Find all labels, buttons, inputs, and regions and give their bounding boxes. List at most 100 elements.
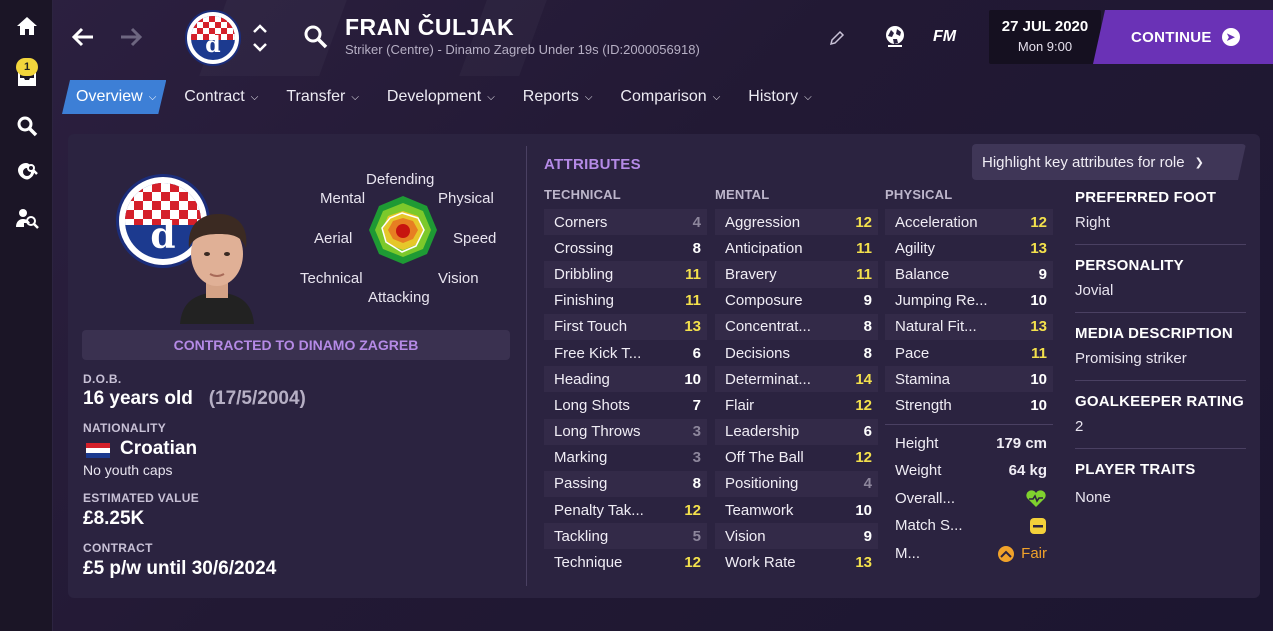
player-photo[interactable] — [170, 200, 264, 324]
attribute-value: 14 — [855, 370, 872, 388]
attribute-row[interactable]: Corners 4 — [544, 209, 707, 236]
attribute-row[interactable]: Stamina 10 — [885, 366, 1053, 393]
attribute-name: Vision — [725, 527, 766, 545]
preferred-foot-value: Right — [1075, 214, 1111, 231]
attribute-row[interactable]: Long Shots 7 — [544, 392, 707, 418]
media-description-label: MEDIA DESCRIPTION — [1075, 325, 1233, 342]
tab-reports[interactable]: Reports ⌵ — [509, 80, 603, 114]
attribute-value: 11 — [856, 239, 872, 257]
attribute-value: 8 — [692, 475, 701, 493]
morale-value: Fair — [997, 545, 1047, 563]
tab-contract[interactable]: Contract ⌵ — [170, 80, 268, 114]
attribute-row[interactable]: Concentrat... 8 — [715, 313, 878, 340]
morale-row[interactable]: M... Fair — [885, 540, 1053, 567]
tab-transfer[interactable]: Transfer ⌵ — [272, 80, 369, 114]
radar-label-physical: Physical — [438, 190, 494, 207]
attribute-row[interactable]: Dribbling 11 — [544, 261, 707, 288]
scouting-icon[interactable] — [0, 152, 53, 192]
home-icon[interactable] — [0, 6, 53, 46]
continue-label: CONTINUE — [1131, 28, 1212, 46]
attribute-value: 12 — [855, 396, 872, 414]
dob-value: (17/5/2004) — [208, 388, 306, 409]
attribute-name: Heading — [554, 370, 610, 388]
attribute-name: Long Shots — [554, 396, 630, 414]
tab-label: Development — [386, 88, 482, 105]
edit-pencil-icon[interactable] — [829, 30, 845, 46]
attribute-row[interactable]: Flair 12 — [715, 392, 878, 418]
sharpness-minus-icon — [1029, 517, 1047, 535]
tab-bar: Overview ⌵ Contract ⌵ Transfer ⌵ Developmen… — [62, 80, 826, 114]
attribute-value: 12 — [1030, 213, 1047, 231]
club-badge[interactable]: d — [185, 10, 241, 66]
attribute-row[interactable]: Strength 10 — [885, 392, 1053, 418]
continue-button[interactable]: CONTINUE ➤ — [1093, 10, 1273, 64]
attribute-row[interactable]: Finishing 11 — [544, 288, 707, 314]
attribute-row[interactable]: Agility 13 — [885, 235, 1053, 261]
attribute-value: 7 — [692, 396, 701, 414]
attribute-value: 13 — [1030, 318, 1047, 336]
attribute-value: 9 — [863, 292, 872, 310]
attribute-row[interactable]: Acceleration 12 — [885, 209, 1053, 236]
nationality-value[interactable]: Croatian — [120, 438, 197, 460]
mental-attributes: Aggression 12 Anticipation 11 Bravery 11 Compo… — [715, 209, 878, 576]
attribute-row[interactable]: Aggression 12 — [715, 209, 878, 236]
overall-condition-row[interactable]: Overall... — [885, 485, 1053, 512]
attribute-row[interactable]: Heading 10 — [544, 366, 707, 393]
date-display[interactable]: 27 JUL 2020 Mon 9:00 — [989, 10, 1101, 64]
contract-banner[interactable]: CONTRACTED TO DINAMO ZAGREB — [82, 330, 510, 360]
attribute-value: 11 — [856, 265, 872, 283]
attribute-row[interactable]: Work Rate 13 — [715, 549, 878, 575]
search-icon[interactable] — [0, 106, 53, 146]
overall-label: Overall... — [895, 490, 956, 507]
attribute-row[interactable]: Pace 11 — [885, 340, 1053, 366]
attribute-row[interactable]: Decisions 8 — [715, 340, 878, 366]
chevron-down-icon: ⌵ — [148, 91, 157, 103]
tab-history[interactable]: History ⌵ — [734, 80, 821, 114]
attribute-value: 9 — [863, 527, 872, 545]
attribute-row[interactable]: First Touch 13 — [544, 313, 707, 340]
world-football-icon[interactable] — [883, 24, 907, 48]
attribute-row[interactable]: Marking 3 — [544, 445, 707, 471]
attribute-value: 11 — [685, 265, 701, 283]
current-time: Mon 9:00 — [1017, 39, 1073, 54]
heart-icon — [1025, 489, 1047, 508]
match-sharpness-row[interactable]: Match S... — [885, 512, 1053, 539]
tab-overview[interactable]: Overview ⌵ — [62, 80, 166, 114]
age-value: 16 years old (17/5/2004) — [83, 388, 306, 410]
fm-logo-button[interactable]: FM — [933, 28, 956, 46]
attribute-row[interactable]: Long Throws 3 — [544, 418, 707, 445]
attribute-row[interactable]: Anticipation 11 — [715, 235, 878, 261]
attribute-value: 8 — [863, 318, 872, 336]
attribute-row[interactable]: Vision 9 — [715, 523, 878, 550]
club-switch-arrows-icon[interactable] — [251, 18, 269, 58]
attribute-row[interactable]: Leadership 6 — [715, 418, 878, 445]
contract-label: CONTRACT — [83, 541, 153, 555]
radar-label-defending: Defending — [366, 171, 435, 188]
attribute-row[interactable]: Natural Fit... 13 — [885, 313, 1053, 340]
forward-arrow-icon[interactable] — [117, 23, 145, 51]
attribute-row[interactable]: Passing 8 — [544, 470, 707, 498]
attribute-row[interactable]: Tackling 5 — [544, 523, 707, 550]
attribute-row[interactable]: Free Kick T... 6 — [544, 340, 707, 366]
staff-search-icon[interactable] — [0, 198, 53, 238]
attribute-row[interactable]: Balance 9 — [885, 261, 1053, 288]
attribute-row[interactable]: Jumping Re... 10 — [885, 288, 1053, 314]
tab-comparison[interactable]: Comparison ⌵ — [606, 80, 730, 114]
attribute-row[interactable]: Composure 9 — [715, 288, 878, 314]
player-search-icon[interactable] — [303, 24, 329, 50]
highlight-role-select[interactable]: Highlight key attributes for role ❯ — [972, 144, 1246, 180]
attribute-value: 6 — [692, 344, 701, 362]
attribute-row[interactable]: Positioning 4 — [715, 470, 878, 498]
tab-development[interactable]: Development ⌵ — [373, 80, 505, 114]
back-arrow-icon[interactable] — [69, 23, 97, 51]
media-description-value: Promising striker — [1075, 350, 1187, 367]
attribute-row[interactable]: Technique 12 — [544, 549, 707, 575]
attribute-row[interactable]: Crossing 8 — [544, 235, 707, 261]
attribute-row[interactable]: Teamwork 10 — [715, 497, 878, 523]
attribute-row[interactable]: Off The Ball 12 — [715, 445, 878, 471]
attribute-row[interactable]: Determinat... 14 — [715, 366, 878, 393]
chevron-down-icon: ⌵ — [351, 91, 359, 103]
attribute-row[interactable]: Penalty Tak... 12 — [544, 497, 707, 523]
physical-attributes: Acceleration 12 Agility 13 Balance 9 Jumping R… — [885, 209, 1053, 419]
attribute-row[interactable]: Bravery 11 — [715, 261, 878, 288]
